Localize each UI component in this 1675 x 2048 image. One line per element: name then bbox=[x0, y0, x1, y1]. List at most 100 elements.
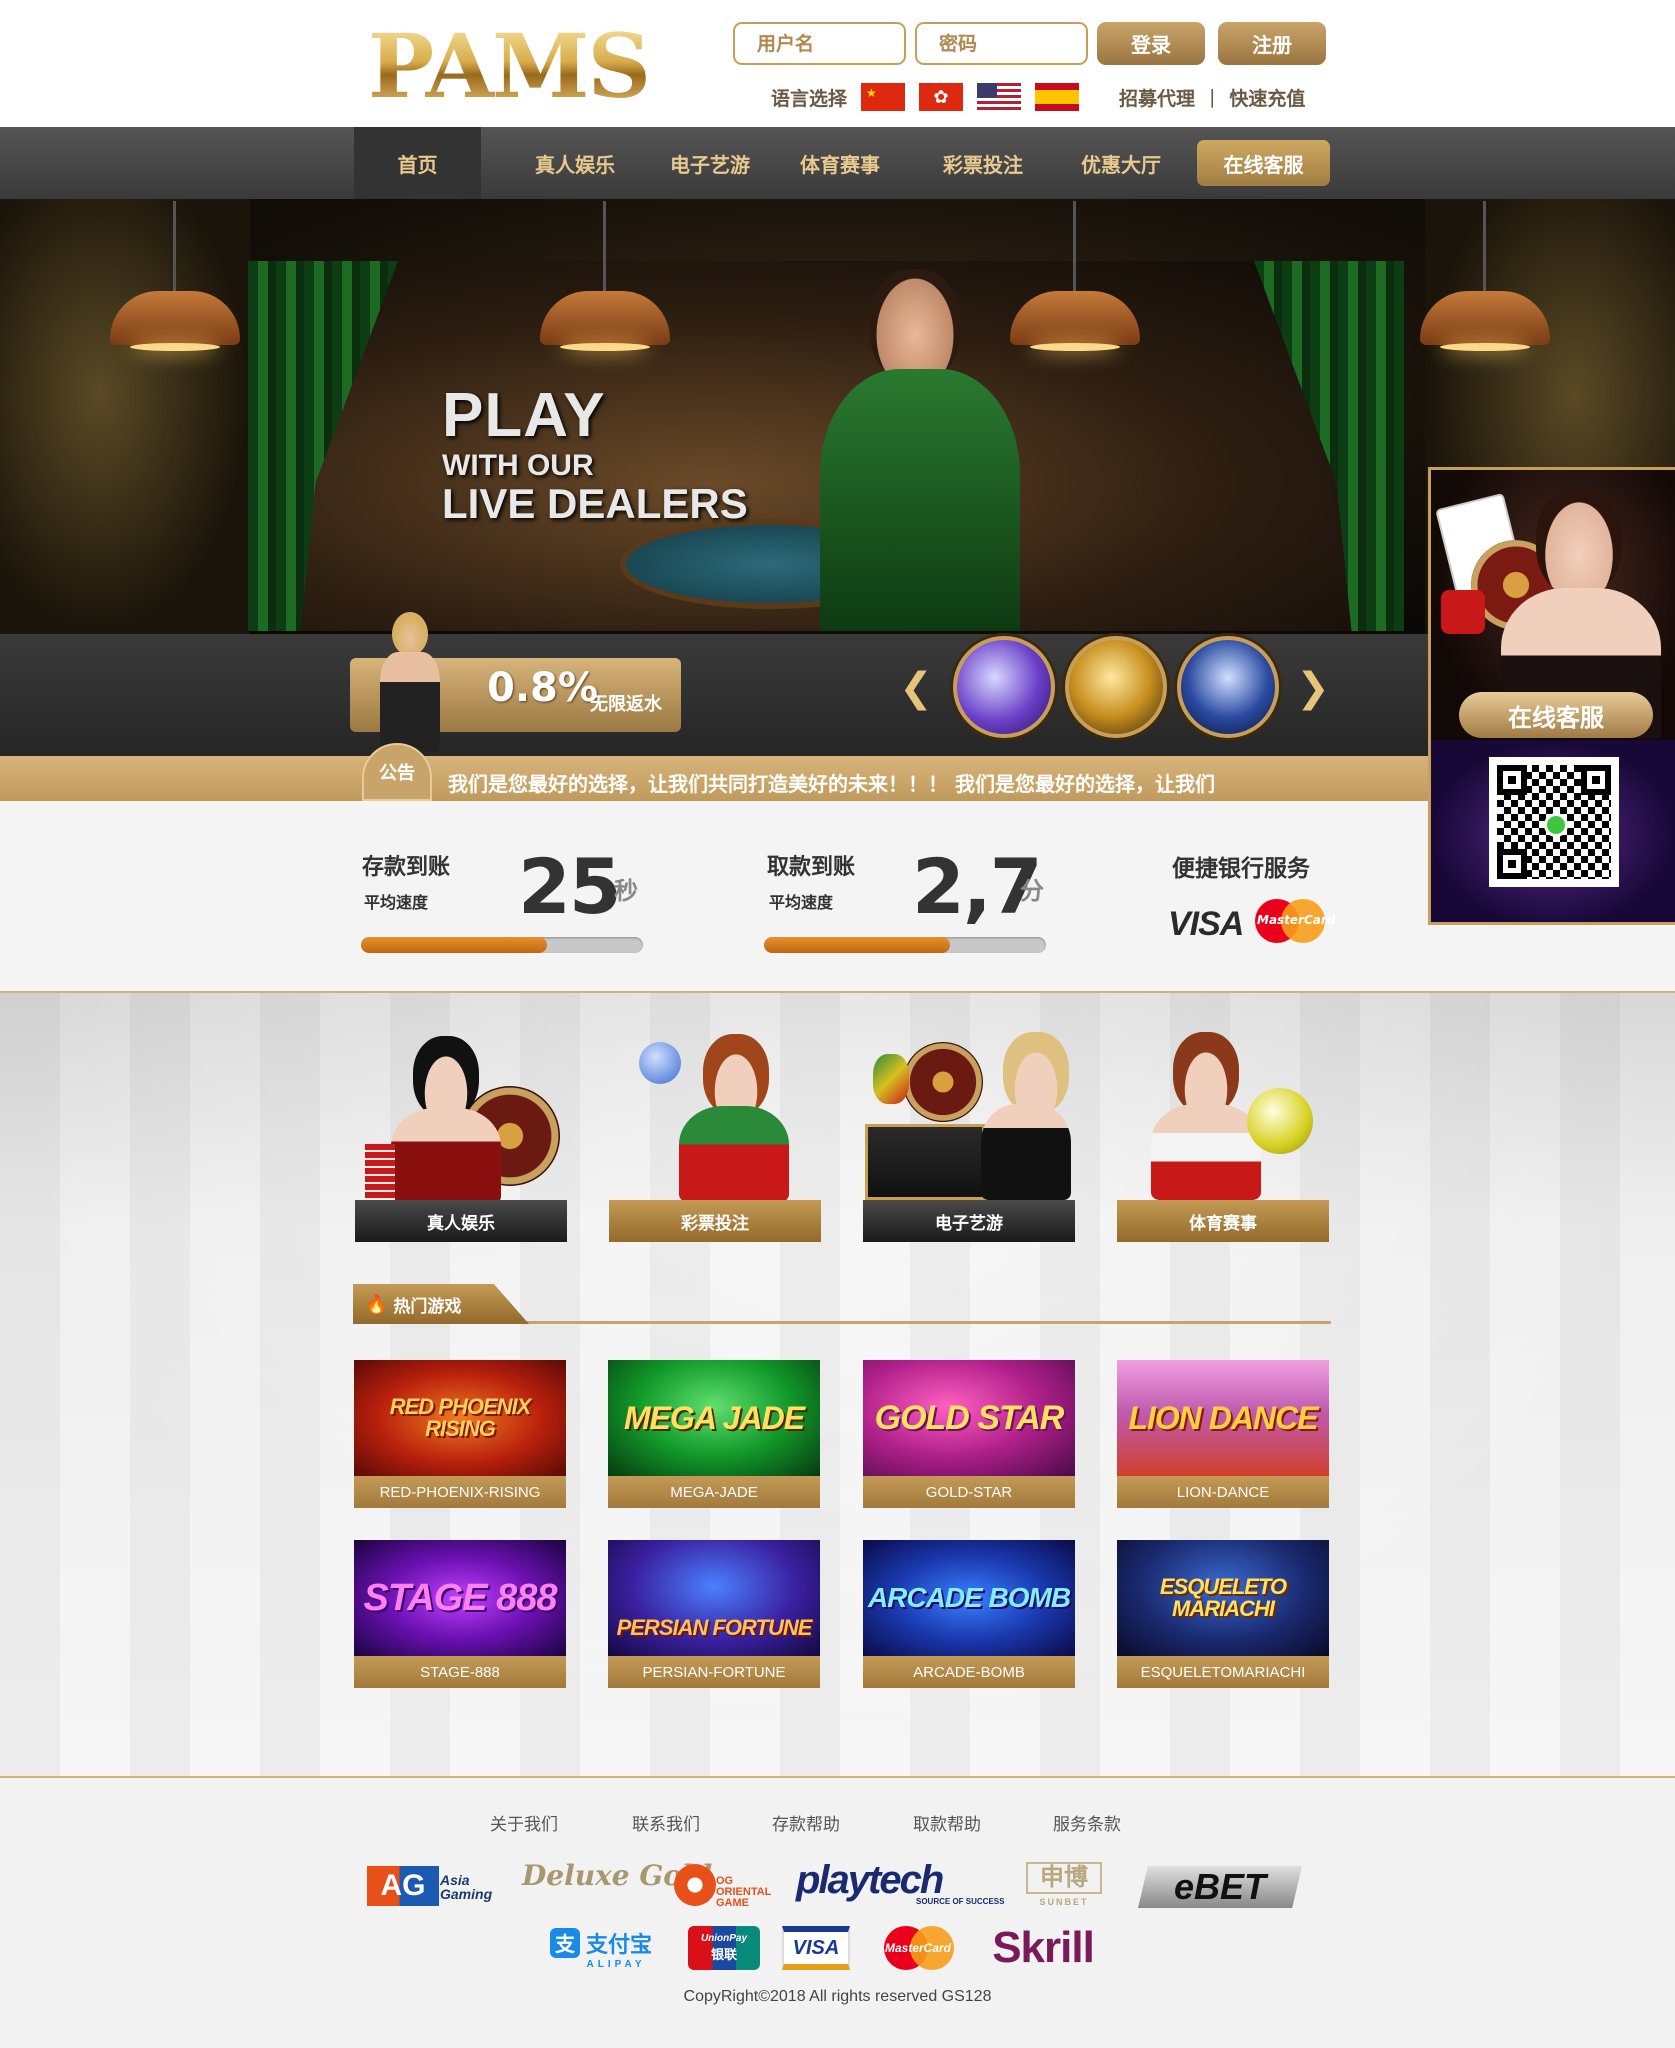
alipay-icon: 支 bbox=[549, 1927, 580, 1958]
copyright-text: CopyRight©2018 All rights reserved GS128 bbox=[683, 1988, 992, 2005]
og-logo-text: OG ORIENTAL GAME bbox=[716, 1875, 772, 1909]
deposit-title: 存款到账 bbox=[362, 855, 451, 880]
deposit-speed-value: 25 bbox=[518, 842, 622, 931]
game-tile[interactable]: ARCADE BOMB ARCADE-BOMB bbox=[863, 1540, 1075, 1688]
footer-link-about[interactable]: 关于我们 bbox=[490, 1810, 558, 1835]
game-label: RED-PHOENIX-RISING bbox=[354, 1476, 566, 1508]
chevron-left-icon[interactable]: ❮ bbox=[898, 665, 934, 711]
nav-item-home[interactable]: 首页 bbox=[354, 127, 481, 199]
nav-item-sports[interactable]: 体育赛事 bbox=[780, 127, 900, 199]
game-thumbnail-title: STAGE 888 bbox=[363, 1577, 557, 1619]
game-tile[interactable]: ESQUELETO MARIACHI ESQUELETOMARIACHI bbox=[1117, 1540, 1329, 1688]
poker-chip-thumb[interactable] bbox=[953, 636, 1055, 738]
wechat-icon bbox=[1544, 813, 1568, 837]
game-tile[interactable]: STAGE 888 STAGE-888 bbox=[354, 1540, 566, 1688]
register-button[interactable]: 注册 bbox=[1218, 22, 1326, 65]
unionpay-logo: UnionPay 银联 bbox=[688, 1926, 760, 1970]
ebet-logo: eBET bbox=[1138, 1866, 1302, 1908]
footer-link-deposit-help[interactable]: 存款帮助 bbox=[772, 1810, 840, 1835]
banner-headline-line3: LIVE DEALERS bbox=[442, 480, 748, 527]
game-thumbnail-title: ARCADE BOMB bbox=[867, 1582, 1071, 1613]
game-thumbnail: RED PHOENIX RISING bbox=[354, 1360, 566, 1476]
slot-machine-thumb[interactable] bbox=[1177, 636, 1279, 738]
agent-recruit-link[interactable]: 招募代理 bbox=[1119, 84, 1195, 111]
withdraw-progress-bar bbox=[764, 937, 1046, 953]
quick-deposit-link[interactable]: 快速充值 bbox=[1229, 84, 1305, 111]
hk-flag-icon[interactable]: ✿ bbox=[919, 83, 964, 111]
visa-card-logo: VISA bbox=[782, 1926, 850, 1970]
mastercard-card-logo-text: MasterCard bbox=[884, 1941, 952, 1955]
hot-games-tab: 🔥 热门游戏 bbox=[353, 1284, 529, 1324]
category-sports[interactable]: 体育赛事 bbox=[1117, 1024, 1329, 1242]
fire-icon: 🔥 bbox=[365, 1293, 388, 1315]
game-thumbnail-title: PERSIAN FORTUNE bbox=[616, 1615, 813, 1640]
games-section bbox=[0, 993, 1675, 1776]
game-label: LION-DANCE bbox=[1117, 1476, 1329, 1508]
us-flag-icon[interactable] bbox=[977, 83, 1022, 111]
game-tile[interactable]: RED PHOENIX RISING RED-PHOENIX-RISING bbox=[354, 1360, 566, 1508]
game-thumbnail-title: GOLD STAR bbox=[874, 1399, 1065, 1437]
alipay-logo-name: 支付宝 bbox=[585, 1931, 652, 1957]
nav-online-service-button[interactable]: 在线客服 bbox=[1197, 140, 1330, 186]
footer-link-withdraw-help[interactable]: 取款帮助 bbox=[913, 1810, 981, 1835]
game-thumbnail: MEGA JADE bbox=[608, 1360, 820, 1476]
withdraw-speed-unit: 分 bbox=[1020, 877, 1044, 905]
category-slots[interactable]: 电子艺游 bbox=[863, 1024, 1075, 1242]
category-live-casino[interactable]: 真人娱乐 bbox=[355, 1024, 567, 1242]
speed-stats: 存款到账 平均速度 25 秒 取款到账 平均速度 2,7 分 bbox=[0, 801, 1675, 993]
password-input[interactable] bbox=[915, 22, 1088, 65]
deposit-progress-fill bbox=[361, 937, 548, 953]
sunbet-logo: 申博 bbox=[1026, 1862, 1102, 1894]
es-flag-icon[interactable] bbox=[1035, 83, 1080, 111]
skrill-logo: Skrill bbox=[992, 1923, 1095, 1972]
ag-logo-text: Asia Gaming bbox=[440, 1872, 493, 1902]
game-tile[interactable]: LION DANCE LION-DANCE bbox=[1117, 1360, 1329, 1508]
main-nav: 首页 真人娱乐 电子艺游 体育赛事 彩票投注 优惠大厅 在线客服 bbox=[0, 127, 1675, 199]
rebate-model-image bbox=[370, 612, 450, 752]
playtech-logo: playtech bbox=[796, 1858, 944, 1902]
visa-logo: VISA bbox=[1168, 905, 1244, 943]
live-dealer-image bbox=[800, 269, 1060, 631]
nav-item-promotions[interactable]: 优惠大厅 bbox=[1061, 127, 1181, 199]
category-live-casino-label: 真人娱乐 bbox=[355, 1200, 567, 1242]
alipay-logo-text: ALIPAY bbox=[586, 1958, 646, 1970]
cn-flag-icon[interactable]: ★ bbox=[861, 83, 906, 111]
game-label: GOLD-STAR bbox=[863, 1476, 1075, 1508]
deposit-subtitle: 平均速度 bbox=[364, 893, 429, 912]
nav-item-live-casino[interactable]: 真人娱乐 bbox=[515, 127, 635, 199]
game-thumbnail: PERSIAN FORTUNE bbox=[608, 1540, 820, 1656]
login-button[interactable]: 登录 bbox=[1097, 22, 1205, 65]
game-thumbnail: ESQUELETO MARIACHI bbox=[1117, 1540, 1329, 1656]
nav-item-lottery[interactable]: 彩票投注 bbox=[923, 127, 1043, 199]
promo-strip bbox=[0, 634, 1675, 756]
game-thumbnail-title: ESQUELETO MARIACHI bbox=[1159, 1574, 1287, 1621]
category-sports-label: 体育赛事 bbox=[1117, 1200, 1329, 1242]
username-input[interactable] bbox=[733, 22, 906, 65]
hero-banner[interactable] bbox=[0, 199, 1675, 634]
floating-service-panel[interactable]: 在线客服 bbox=[1428, 467, 1675, 925]
game-thumbnail-title: RED PHOENIX RISING bbox=[389, 1394, 532, 1441]
chevron-right-icon[interactable]: ❯ bbox=[1295, 665, 1331, 711]
og-logo-icon bbox=[674, 1864, 716, 1906]
game-tile[interactable]: PERSIAN FORTUNE PERSIAN-FORTUNE bbox=[608, 1540, 820, 1688]
dice-icon bbox=[1441, 590, 1485, 634]
unionpay-logo-cn: 银联 bbox=[710, 1947, 737, 1962]
floating-service-button[interactable]: 在线客服 bbox=[1459, 692, 1653, 738]
game-label: MEGA-JADE bbox=[608, 1476, 820, 1508]
category-lottery[interactable]: 彩票投注 bbox=[609, 1024, 821, 1242]
site-header: PAMS 登录 注册 语言选择 ★ ✿ 招募代理 | 快速充值 bbox=[0, 0, 1675, 127]
game-tile[interactable]: GOLD STAR GOLD-STAR bbox=[863, 1360, 1075, 1508]
notice-marquee-text: 我们是您最好的选择，让我们共同打造美好的未来！！！ 我们是您最好的选择，让我们 bbox=[448, 772, 1215, 796]
footer-link-terms[interactable]: 服务条款 bbox=[1053, 1810, 1121, 1835]
nav-item-slots[interactable]: 电子艺游 bbox=[650, 127, 770, 199]
roulette-ball-thumb[interactable] bbox=[1065, 636, 1167, 738]
game-tile[interactable]: MEGA JADE MEGA-JADE bbox=[608, 1360, 820, 1508]
language-selector: 语言选择 ★ ✿ bbox=[771, 82, 1080, 112]
banner-headline: PLAY WITH OUR LIVE DEALERS bbox=[442, 385, 748, 525]
top-links: 招募代理 | 快速充值 bbox=[1119, 82, 1305, 112]
game-label: PERSIAN-FORTUNE bbox=[608, 1656, 820, 1688]
footer-link-contact[interactable]: 联系我们 bbox=[632, 1810, 700, 1835]
site-logo[interactable]: PAMS bbox=[368, 22, 651, 110]
hot-games-header: 🔥 热门游戏 bbox=[353, 1284, 1331, 1324]
live-casino-image bbox=[355, 1024, 567, 1204]
